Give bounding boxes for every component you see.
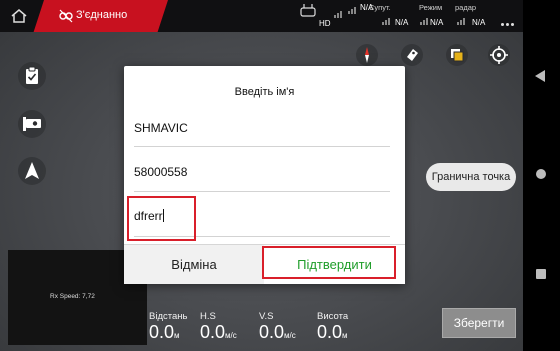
home-icon[interactable] [10, 8, 28, 24]
telemetry-label: радар [455, 3, 477, 12]
hd-label: HD [319, 19, 331, 28]
compass-icon[interactable] [355, 43, 379, 67]
stat-value: 0.0 [259, 322, 285, 342]
checklist-icon[interactable] [17, 61, 47, 91]
stat-unit: м/с [225, 331, 237, 340]
divider [134, 146, 390, 147]
telemetry-value: N/A [472, 18, 486, 27]
signal-bars-icon [334, 11, 342, 18]
stat-unit: м [174, 331, 180, 340]
name-entry-dialog: Введіть ім'я SHMAVIC 58000558 dfrerr Від… [124, 66, 405, 284]
eraser-icon[interactable] [400, 43, 424, 67]
stat-value: 0.0 [200, 322, 226, 342]
top-status-bar: З'єднанно HD N/A Супут. N/A Режим N/A ра… [0, 0, 523, 32]
telemetry-value: N/A [430, 18, 444, 27]
input-highlight-box [127, 196, 196, 241]
save-button[interactable]: Зберегти [442, 308, 516, 338]
drone-camera-icon[interactable] [17, 109, 47, 139]
system-navigation-bar [523, 0, 560, 351]
signal-bars-icon [382, 18, 390, 25]
back-icon[interactable] [535, 70, 545, 82]
stat-value: 0.0 [317, 322, 343, 342]
stat-label: H.S [200, 311, 216, 322]
remote-controller-icon [300, 4, 316, 17]
stat-unit: м/с [284, 331, 296, 340]
recent-apps-icon[interactable] [536, 269, 546, 279]
rx-speed-label: Rx Speed: 7,72 [50, 293, 95, 300]
stat-label: Висота [317, 311, 349, 322]
signal-bars-icon [348, 7, 356, 14]
boundary-point-button[interactable]: Гранична точка [426, 163, 516, 191]
signal-bars-icon [420, 18, 428, 25]
telemetry-label: Режим [419, 3, 443, 12]
stat-value: 0.0 [149, 322, 175, 342]
confirm-highlight-box [262, 246, 396, 279]
link-icon [59, 9, 73, 23]
divider [134, 191, 390, 192]
stat-altitude: Висота 0.0м [317, 311, 348, 343]
stat-distance: Відстань 0.0м [149, 311, 187, 343]
telemetry-value: N/A [395, 18, 409, 27]
home-circle-icon[interactable] [536, 169, 546, 179]
more-menu-icon[interactable] [501, 13, 516, 31]
cancel-button[interactable]: Відміна [124, 245, 264, 284]
number-field[interactable]: 58000558 [134, 165, 390, 179]
layers-icon[interactable] [445, 43, 469, 67]
app-screen: З'єднанно HD N/A Супут. N/A Режим N/A ра… [0, 0, 523, 351]
stat-label: V.S [259, 311, 274, 322]
locate-target-icon[interactable] [487, 43, 511, 67]
stat-vertical-speed: V.S 0.0м/с [259, 311, 296, 343]
stat-label: Відстань [149, 311, 188, 322]
stat-unit: м [342, 331, 348, 340]
navigation-arrow-icon[interactable] [17, 156, 47, 186]
connection-status-label: З'єднанно [76, 9, 128, 21]
dialog-title: Введіть ім'я [234, 86, 295, 98]
telemetry-label: Супут. [369, 3, 391, 12]
stat-horizontal-speed: H.S 0.0м/с [200, 311, 237, 343]
name-field[interactable]: SHMAVIC [134, 121, 390, 135]
signal-bars-icon [457, 18, 465, 25]
